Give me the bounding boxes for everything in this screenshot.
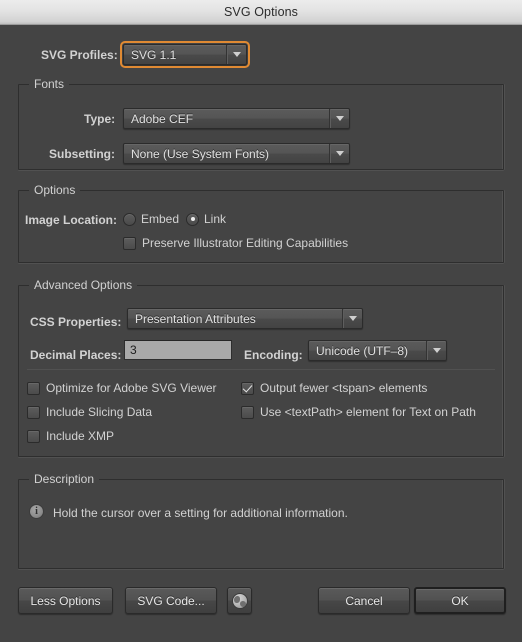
css-properties-label: CSS Properties: — [30, 315, 121, 329]
checkbox-checked-icon — [241, 382, 254, 395]
checkbox-use-textpath-element[interactable]: Use <textPath> element for Text on Path — [241, 405, 476, 419]
radio-link-label: Link — [204, 212, 226, 226]
chevron-down-icon — [329, 144, 349, 163]
checkbox-optimize-for-adobe-svg-viewer[interactable]: Optimize for Adobe SVG Viewer — [27, 381, 217, 395]
fonts-group-title: Fonts — [29, 77, 69, 91]
checkbox-icon — [27, 382, 40, 395]
font-type-value: Adobe CEF — [124, 112, 329, 126]
checkbox-icon — [27, 406, 40, 419]
checkbox-output-fewer-tspan-elements[interactable]: Output fewer <tspan> elements — [241, 381, 427, 395]
preview-in-browser-button[interactable] — [227, 587, 252, 614]
globe-icon — [232, 593, 248, 609]
svg-profiles-dropdown[interactable]: SVG 1.1 — [123, 44, 247, 65]
css-properties-dropdown[interactable]: Presentation Attributes — [127, 308, 363, 329]
checkbox-label: Output fewer <tspan> elements — [260, 381, 427, 395]
options-group-title: Options — [29, 183, 80, 197]
checkbox-icon — [27, 430, 40, 443]
chevron-down-icon — [342, 309, 362, 328]
radio-embed[interactable]: Embed — [123, 212, 179, 226]
encoding-dropdown[interactable]: Unicode (UTF–8) — [308, 340, 447, 361]
svg-profiles-label: SVG Profiles: — [41, 48, 118, 62]
svg-code-button[interactable]: SVG Code... — [125, 587, 217, 614]
info-icon: i — [29, 504, 44, 519]
chevron-down-icon — [329, 109, 349, 128]
checkbox-icon — [241, 406, 254, 419]
checkbox-label: Include XMP — [46, 429, 114, 443]
chevron-down-icon — [426, 341, 446, 360]
description-group-title: Description — [29, 472, 99, 486]
checkbox-include-slicing-data[interactable]: Include Slicing Data — [27, 405, 152, 419]
font-type-label: Type: — [84, 112, 115, 126]
font-subsetting-label: Subsetting: — [49, 147, 115, 161]
encoding-label: Encoding: — [244, 348, 303, 362]
dialog-title: SVG Options — [224, 5, 298, 19]
ok-button[interactable]: OK — [414, 587, 506, 614]
decimal-places-label: Decimal Places: — [30, 348, 121, 362]
decimal-places-input[interactable]: 3 — [124, 340, 232, 360]
checkbox-label: Include Slicing Data — [46, 405, 152, 419]
encoding-value: Unicode (UTF–8) — [309, 344, 426, 358]
chevron-down-icon — [226, 45, 246, 64]
description-text: Hold the cursor over a setting for addit… — [53, 506, 348, 520]
radio-link[interactable]: Link — [186, 212, 226, 226]
svg-profiles-value: SVG 1.1 — [124, 48, 226, 62]
advanced-divider — [27, 369, 495, 370]
image-location-label: Image Location: — [25, 213, 117, 227]
svg-options-dialog: SVG Options SVG Profiles: SVG 1.1 Fonts … — [0, 0, 522, 642]
checkbox-include-xmp[interactable]: Include XMP — [27, 429, 114, 443]
cancel-button[interactable]: Cancel — [318, 587, 410, 614]
less-options-button[interactable]: Less Options — [18, 587, 113, 614]
description-group: Description — [18, 479, 504, 569]
checkbox-icon — [123, 237, 136, 250]
checkbox-label: Use <textPath> element for Text on Path — [260, 405, 476, 419]
checkbox-preserve-label: Preserve Illustrator Editing Capabilitie… — [142, 236, 348, 250]
font-subsetting-value: None (Use System Fonts) — [124, 147, 329, 161]
font-type-dropdown[interactable]: Adobe CEF — [123, 108, 350, 129]
radio-circle-selected-icon — [186, 213, 199, 226]
dialog-titlebar: SVG Options — [0, 0, 522, 25]
checkbox-preserve-illustrator-editing[interactable]: Preserve Illustrator Editing Capabilitie… — [123, 236, 348, 250]
advanced-options-group-title: Advanced Options — [29, 278, 137, 292]
radio-circle-icon — [123, 213, 136, 226]
checkbox-label: Optimize for Adobe SVG Viewer — [46, 381, 217, 395]
css-properties-value: Presentation Attributes — [128, 312, 342, 326]
font-subsetting-dropdown[interactable]: None (Use System Fonts) — [123, 143, 350, 164]
radio-embed-label: Embed — [141, 212, 179, 226]
